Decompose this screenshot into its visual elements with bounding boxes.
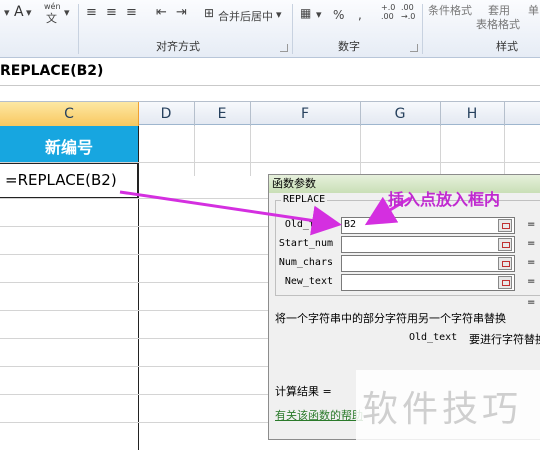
watermark: 软件技巧 [362,389,523,430]
arrow-cell-to-input [119,190,342,236]
annotation-label: 插入点放入框内 [388,190,501,209]
